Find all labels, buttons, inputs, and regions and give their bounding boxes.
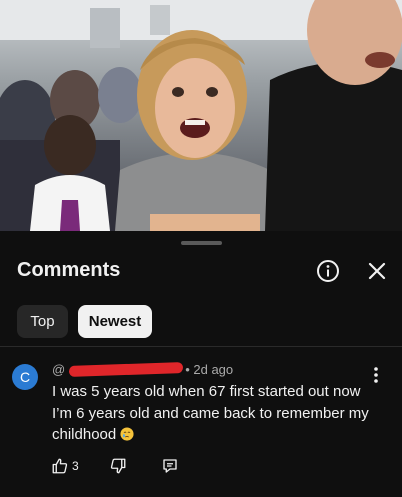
redacted-username <box>69 362 184 377</box>
comment-body: I was 5 years old when 67 first started … <box>52 381 382 446</box>
reply-icon <box>163 459 177 473</box>
comment-meta: @ • 2d ago <box>52 362 233 377</box>
drag-handle[interactable] <box>181 241 222 245</box>
video-player[interactable] <box>0 0 402 231</box>
close-icon <box>368 262 386 280</box>
thumbs-down-icon <box>110 458 126 474</box>
crying-face-emoji <box>120 427 134 441</box>
video-frame <box>0 0 402 231</box>
chip-newest[interactable]: Newest <box>78 305 152 338</box>
comment-text: I was 5 years old when 67 first started … <box>52 383 369 443</box>
avatar[interactable]: C <box>12 364 38 390</box>
info-button[interactable] <box>316 259 340 283</box>
like-button[interactable]: 3 <box>51 456 79 476</box>
info-circle-icon <box>317 260 339 282</box>
thumbs-up-icon <box>52 458 68 474</box>
close-button[interactable] <box>365 259 389 283</box>
reply-button[interactable] <box>161 456 179 476</box>
sheet-title: Comments <box>17 259 121 281</box>
username-at[interactable]: @ <box>52 362 65 377</box>
comment-time: • 2d ago <box>185 362 234 377</box>
like-count: 3 <box>72 459 79 473</box>
dislike-button[interactable] <box>109 456 127 476</box>
divider <box>0 346 402 347</box>
chip-top[interactable]: Top <box>17 305 68 338</box>
comments-sheet: Comments Top Newest C @ • 2d ago I was 5… <box>0 231 402 497</box>
